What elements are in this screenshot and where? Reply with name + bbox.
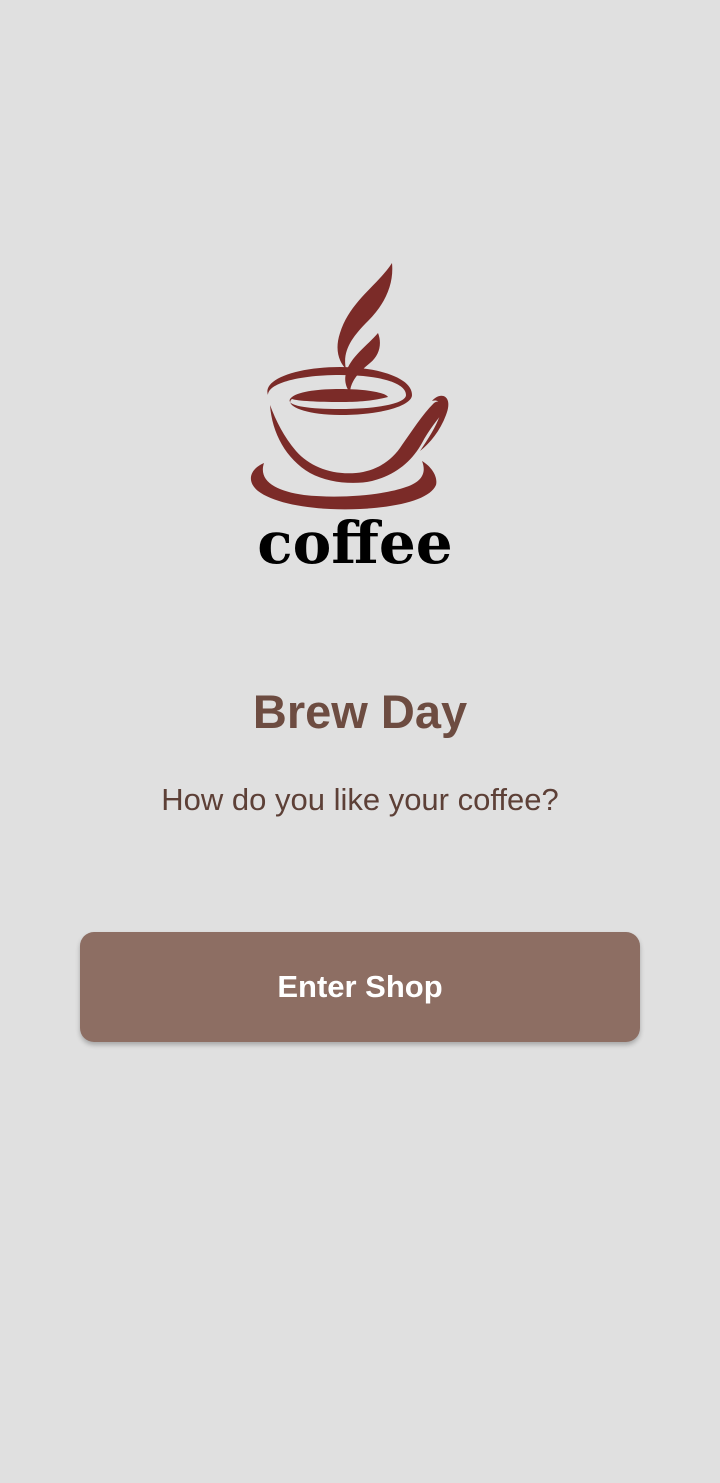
coffee-logo: coffee — [200, 255, 510, 575]
coffee-wordmark: coffee — [257, 509, 452, 575]
enter-shop-button[interactable]: Enter Shop — [80, 932, 640, 1042]
page-subtitle: How do you like your coffee? — [161, 782, 559, 817]
page-title: Brew Day — [252, 685, 468, 738]
enter-shop-button-label: Enter Shop — [277, 969, 443, 1004]
coffee-cup-icon: coffee — [250, 263, 453, 575]
